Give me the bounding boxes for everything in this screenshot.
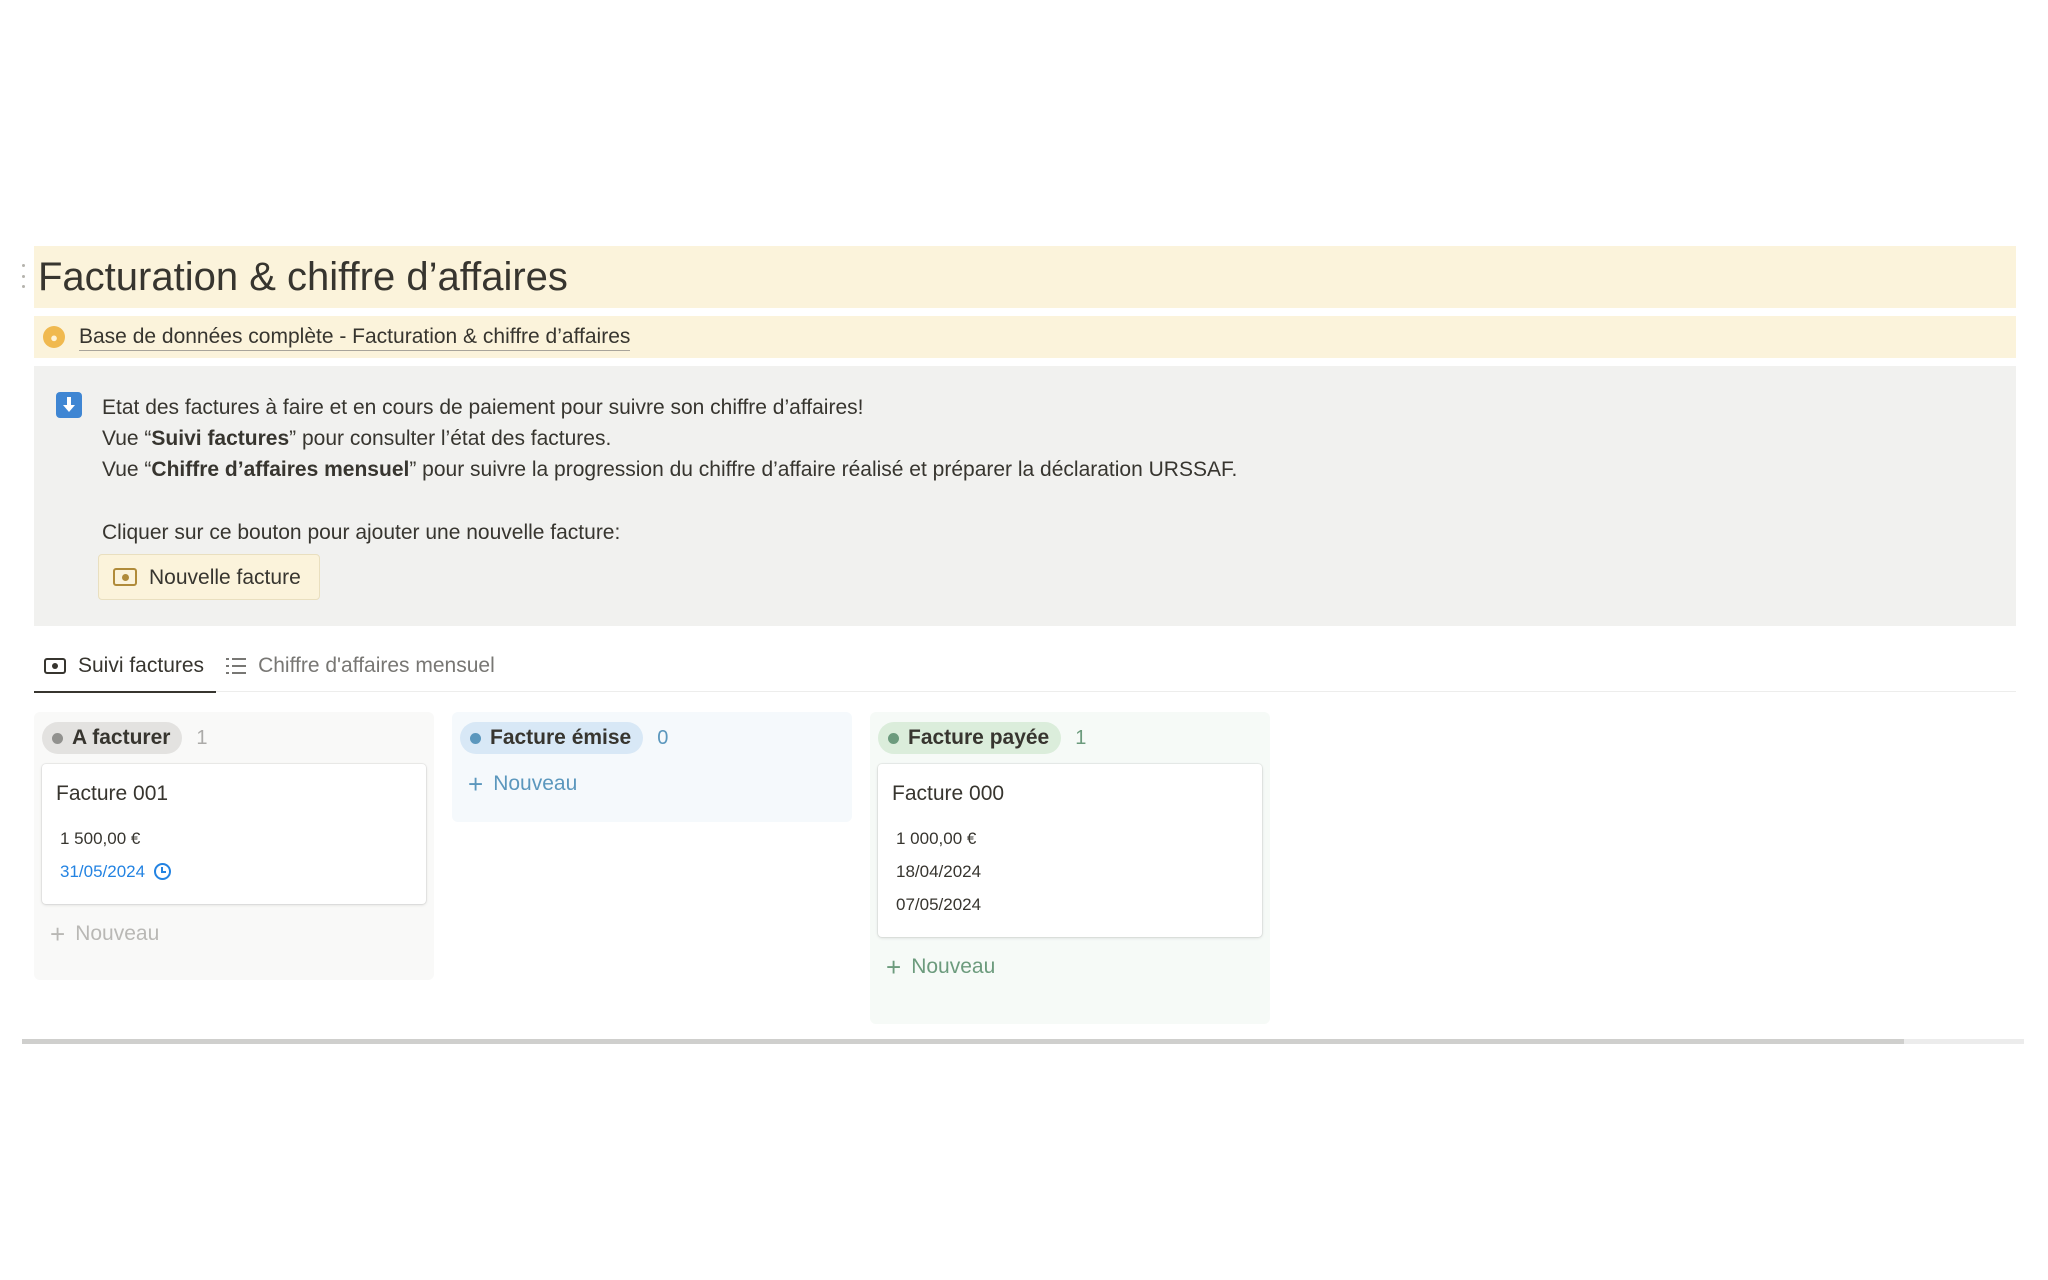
- cash-icon: [113, 568, 137, 586]
- view-tabs: Suivi factures Chiffre d'affaires mensue…: [34, 640, 2016, 693]
- tab-label: Suivi factures: [78, 653, 205, 677]
- status-pill: A facturer: [42, 722, 183, 754]
- column-count: 1: [1075, 726, 1087, 749]
- card-date: 07/05/2024: [896, 894, 982, 914]
- status-label: Facture émise: [490, 726, 632, 749]
- cash-icon: [44, 657, 66, 674]
- callout-line: Vue “Chiffre d’affaires mensuel” pour su…: [102, 454, 1237, 485]
- new-invoice-button[interactable]: Nouvelle facture: [98, 554, 320, 600]
- status-label: A facturer: [72, 726, 171, 749]
- database-link-block[interactable]: ● Base de données complète - Facturation…: [34, 316, 2016, 358]
- callout-text-part: ” pour consulter l’état des factures.: [289, 427, 612, 450]
- add-new-label: Nouveau: [911, 955, 996, 978]
- plus-icon: +: [468, 769, 484, 799]
- board-card[interactable]: Facture 000 1 000,00 € 18/04/2024 07/05/…: [878, 764, 1262, 937]
- status-dot-icon: [888, 732, 899, 744]
- add-new-label: Nouveau: [493, 772, 578, 795]
- callout-text-part: Vue “: [102, 427, 152, 450]
- list-icon: [226, 658, 246, 674]
- alarm-clock-icon: [154, 863, 172, 880]
- add-new-card-button[interactable]: + Nouveau: [42, 914, 426, 954]
- plus-icon: +: [50, 919, 66, 949]
- board-column-facture-emise: Facture émise 0 + Nouveau: [452, 712, 852, 822]
- column-count: 0: [657, 726, 669, 749]
- column-header[interactable]: A facturer 1: [42, 722, 426, 754]
- column-header[interactable]: Facture payée 1: [878, 722, 1262, 754]
- status-dot-icon: [470, 732, 481, 744]
- column-count: 1: [196, 726, 208, 749]
- callout-bold-view-name: Chiffre d’affaires mensuel: [151, 458, 410, 481]
- add-new-label: Nouveau: [75, 922, 160, 945]
- page-title: Facturation & chiffre d’affaires: [38, 254, 568, 299]
- card-title: Facture 001: [56, 782, 169, 805]
- tab-suivi-factures[interactable]: Suivi factures: [34, 640, 217, 693]
- page-title-block: Facturation & chiffre d’affaires: [34, 246, 2016, 308]
- callout-line: Etat des factures à faire et en cours de…: [102, 396, 864, 419]
- column-header[interactable]: Facture émise 0: [460, 722, 844, 754]
- database-emoji-icon: ●: [43, 326, 65, 348]
- card-due-date: 31/05/2024: [56, 849, 412, 894]
- new-invoice-button-label: Nouvelle facture: [149, 565, 301, 589]
- callout-bold-view-name: Suivi factures: [151, 427, 290, 450]
- info-callout: Etat des factures à faire et en cours de…: [34, 366, 2016, 626]
- add-new-card-button[interactable]: + Nouveau: [878, 947, 1262, 987]
- drag-handle[interactable]: [20, 264, 26, 288]
- callout-text-part: Vue “: [102, 458, 152, 481]
- board-card[interactable]: Facture 001 1 500,00 € 31/05/2024: [42, 764, 426, 904]
- due-date-value: 31/05/2024: [60, 861, 146, 881]
- download-arrow-icon: [56, 392, 82, 418]
- callout-text-part: ” pour suivre la progression du chiffre …: [409, 458, 1238, 481]
- callout-line: Vue “Suivi factures” pour consulter l’ét…: [102, 423, 1237, 454]
- horizontal-scrollbar-thumb[interactable]: [22, 1039, 1904, 1044]
- status-dot-icon: [52, 732, 63, 744]
- status-label: Facture payée: [908, 726, 1050, 749]
- status-pill: Facture émise: [460, 722, 644, 754]
- status-pill: Facture payée: [878, 722, 1062, 754]
- database-link[interactable]: Base de données complète - Facturation &…: [79, 324, 631, 351]
- callout-line: Cliquer sur ce bouton pour ajouter une n…: [102, 521, 621, 544]
- add-new-card-button[interactable]: + Nouveau: [460, 764, 844, 804]
- card-title: Facture 000: [892, 782, 1005, 805]
- board-column-a-facturer: A facturer 1 Facture 001 1 500,00 € 31/0…: [34, 712, 434, 980]
- plus-icon: +: [886, 952, 902, 982]
- callout-text: Etat des factures à faire et en cours de…: [98, 392, 1237, 626]
- board-column-facture-payee: Facture payée 1 Facture 000 1 000,00 € 1…: [870, 712, 1270, 1024]
- tab-chiffre-affaires-mensuel[interactable]: Chiffre d'affaires mensuel: [216, 640, 507, 692]
- tab-label: Chiffre d'affaires mensuel: [258, 654, 495, 677]
